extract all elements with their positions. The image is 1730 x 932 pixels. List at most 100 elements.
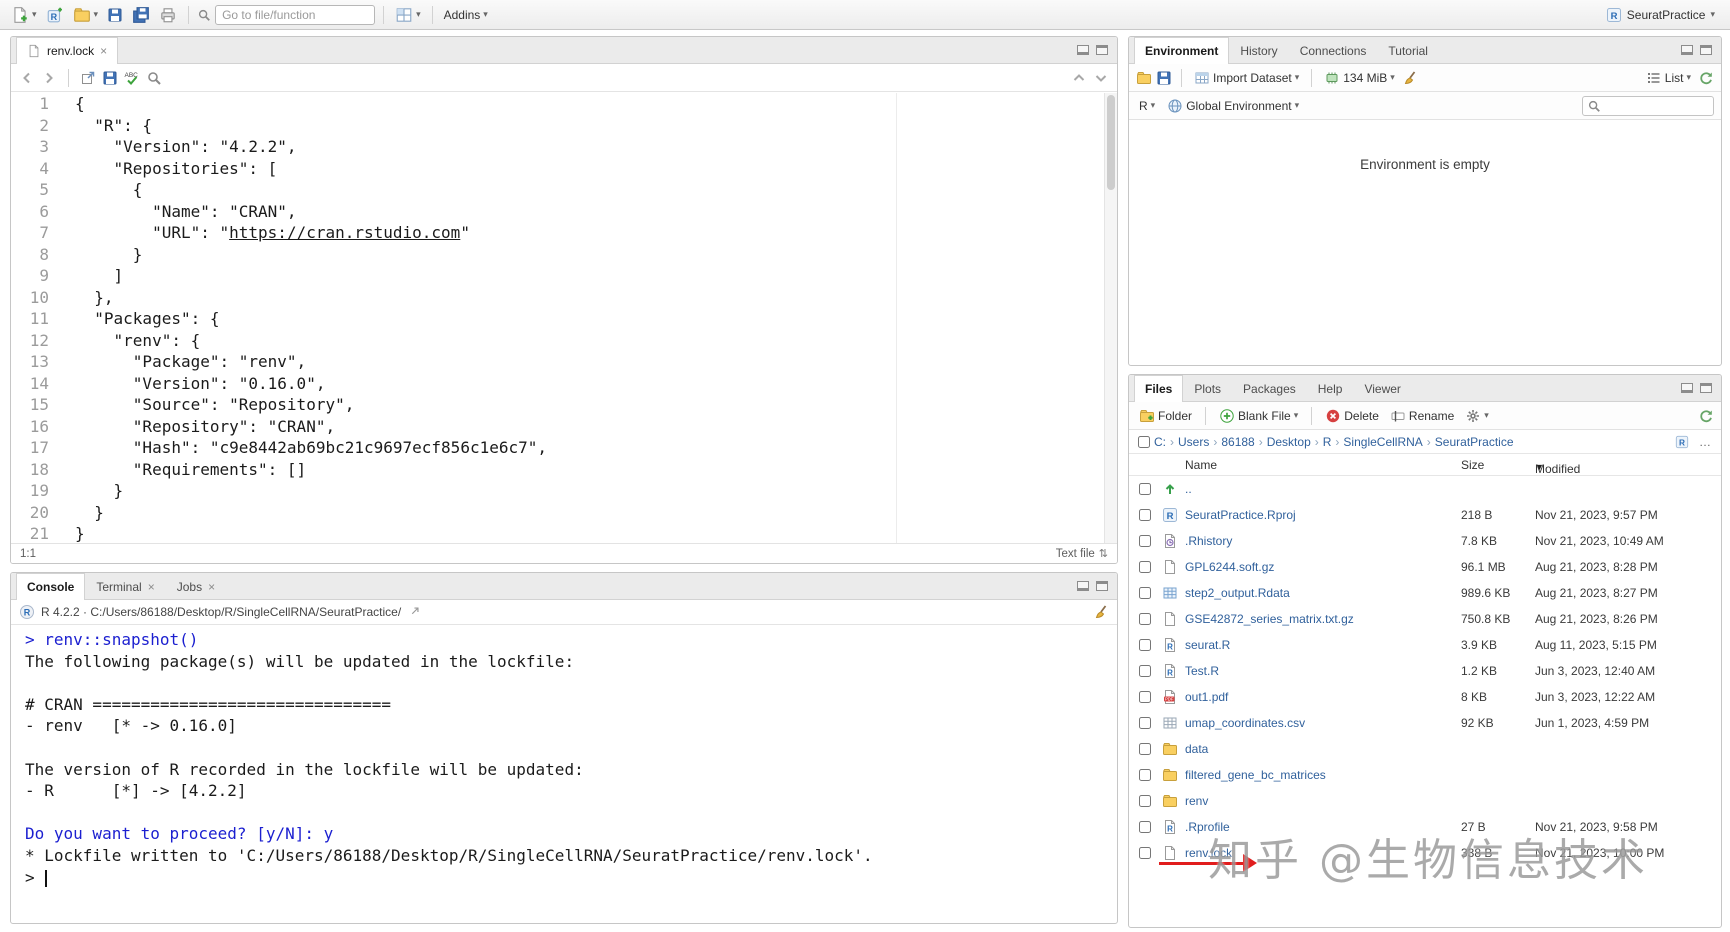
new-project-button[interactable]: R — [43, 4, 67, 26]
jump-down-icon[interactable] — [1093, 70, 1109, 86]
view-mode-button[interactable]: List ▾ — [1643, 68, 1694, 88]
file-checkbox[interactable] — [1139, 483, 1151, 495]
maximize-icon[interactable] — [1096, 581, 1108, 591]
file-name-link[interactable]: umap_coordinates.csv — [1185, 716, 1305, 730]
file-checkbox[interactable] — [1139, 691, 1151, 703]
tab-connections[interactable]: Connections — [1289, 37, 1378, 63]
maximize-icon[interactable] — [1700, 383, 1712, 393]
refresh-icon[interactable] — [1698, 408, 1714, 424]
file-checkbox[interactable] — [1139, 639, 1151, 651]
more-file-commands-button[interactable]: ▾ — [1462, 406, 1492, 426]
rename-button[interactable]: Rename — [1387, 406, 1457, 426]
column-size[interactable]: Size — [1461, 458, 1484, 472]
file-row[interactable]: umap_coordinates.csv 92 KB Jun 1, 2023, 4:… — [1129, 710, 1721, 736]
file-name-link[interactable]: Test.R — [1185, 664, 1219, 678]
file-name-link[interactable]: data — [1185, 742, 1208, 756]
file-name-link[interactable]: step2_output.Rdata — [1185, 586, 1290, 600]
file-row[interactable]: PDF out1.pdf 8 KB Jun 3, 2023, 12:22 AM — [1129, 684, 1721, 710]
minimize-icon[interactable] — [1681, 383, 1693, 393]
file-name-link[interactable]: filtered_gene_bc_matrices — [1185, 768, 1326, 782]
goto-input[interactable] — [215, 4, 376, 25]
load-workspace-icon[interactable] — [1136, 70, 1152, 86]
editor-scrollbar[interactable] — [1104, 93, 1117, 543]
breadcrumb-item[interactable]: R — [1323, 435, 1332, 449]
file-row[interactable]: filtered_gene_bc_matrices — [1129, 762, 1721, 788]
file-type-selector[interactable]: Text file ⇅ — [1056, 547, 1108, 561]
console-output[interactable]: > renv::snapshot() The following package(… — [11, 625, 1117, 888]
clear-console-icon[interactable] — [1093, 604, 1109, 620]
tab-terminal[interactable]: Terminal × — [85, 573, 165, 599]
file-row[interactable]: .. — [1129, 476, 1721, 502]
scrollbar-thumb[interactable] — [1107, 95, 1115, 190]
code-editor[interactable]: 1 2 3 4 5 6 7 8 9 10 11 12 13 14 15 16 17 18 19 20 21 { "R":… — [11, 93, 1117, 543]
back-icon[interactable] — [19, 70, 35, 86]
maximize-icon[interactable] — [1096, 45, 1108, 55]
memory-usage-button[interactable]: 134 MiB ▾ — [1321, 68, 1398, 88]
tab-environment[interactable]: Environment — [1134, 37, 1230, 64]
addins-button[interactable]: Addins ▾ — [441, 6, 491, 24]
save-all-button[interactable] — [129, 4, 153, 26]
file-row[interactable]: R SeuratPractice.Rproj 218 B Nov 21, 2023, … — [1129, 502, 1721, 528]
jump-up-icon[interactable] — [1071, 70, 1087, 86]
file-row[interactable]: GPL6244.soft.gz 96.1 MB Aug 21, 2023, 8:28… — [1129, 554, 1721, 580]
file-checkbox[interactable] — [1139, 613, 1151, 625]
code-text[interactable]: { "R": { "Version": "4.2.2", "Repositori… — [63, 93, 1117, 543]
file-checkbox[interactable] — [1139, 535, 1151, 547]
file-name-link[interactable]: seurat.R — [1185, 638, 1230, 652]
tab-renv-lock[interactable]: renv.lock × — [16, 37, 119, 64]
file-checkbox[interactable] — [1139, 717, 1151, 729]
print-button[interactable] — [156, 4, 180, 26]
tab-packages[interactable]: Packages — [1232, 375, 1307, 401]
file-checkbox[interactable] — [1139, 587, 1151, 599]
file-row[interactable]: R Test.R 1.2 KB Jun 3, 2023, 12:40 AM — [1129, 658, 1721, 684]
file-name-link[interactable]: renv — [1185, 794, 1208, 808]
maximize-icon[interactable] — [1700, 45, 1712, 55]
breadcrumb-item[interactable]: Users — [1178, 435, 1209, 449]
tab-history[interactable]: History — [1229, 37, 1288, 63]
new-file-button[interactable]: ▾ — [8, 4, 40, 26]
file-name-link[interactable]: GPL6244.soft.gz — [1185, 560, 1274, 574]
breadcrumb-item[interactable]: 86188 — [1221, 435, 1254, 449]
breadcrumb-item[interactable]: C: — [1154, 435, 1166, 449]
select-all-checkbox[interactable] — [1138, 435, 1150, 448]
project-badge-icon[interactable]: R — [1675, 435, 1689, 449]
file-checkbox[interactable] — [1139, 769, 1151, 781]
file-row[interactable]: step2_output.Rdata 989.6 KB Aug 21, 2023, … — [1129, 580, 1721, 606]
delete-button[interactable]: Delete — [1322, 406, 1382, 426]
file-row[interactable]: renv — [1129, 788, 1721, 814]
environment-scope-selector[interactable]: Global Environment ▾ — [1164, 96, 1302, 116]
open-new-window-icon[interactable] — [80, 70, 96, 86]
import-dataset-button[interactable]: Import Dataset ▾ — [1191, 68, 1302, 88]
tab-files[interactable]: Files — [1134, 375, 1184, 402]
minimize-icon[interactable] — [1077, 581, 1089, 591]
file-row[interactable]: data — [1129, 736, 1721, 762]
file-checkbox[interactable] — [1139, 795, 1151, 807]
environment-search-input[interactable] — [1604, 98, 1704, 113]
find-replace-icon[interactable] — [146, 70, 162, 86]
tab-tutorial[interactable]: Tutorial — [1377, 37, 1439, 63]
forward-icon[interactable] — [41, 70, 57, 86]
file-checkbox[interactable] — [1139, 509, 1151, 521]
file-checkbox[interactable] — [1139, 821, 1151, 833]
file-name-link[interactable]: .. — [1185, 482, 1192, 496]
more-icon[interactable]: … — [1699, 435, 1712, 449]
file-row[interactable]: GSE42872_series_matrix.txt.gz 750.8 KB Aug… — [1129, 606, 1721, 632]
file-checkbox[interactable] — [1139, 743, 1151, 755]
file-row[interactable]: .Rhistory 7.8 KB Nov 21, 2023, 10:49 AM — [1129, 528, 1721, 554]
save-workspace-icon[interactable] — [1156, 70, 1172, 86]
column-name[interactable]: Name — [1185, 458, 1217, 472]
refresh-icon[interactable] — [1698, 70, 1714, 86]
new-blank-file-button[interactable]: Blank File ▾ — [1216, 406, 1301, 426]
language-selector[interactable]: R ▾ — [1136, 97, 1158, 115]
hyperlink[interactable]: https://cran.rstudio.com — [229, 223, 460, 242]
file-name-link[interactable]: SeuratPractice.Rproj — [1185, 508, 1296, 522]
project-selector[interactable]: R SeuratPractice ▾ — [1603, 5, 1718, 25]
file-name-link[interactable]: GSE42872_series_matrix.txt.gz — [1185, 612, 1354, 626]
tab-jobs[interactable]: Jobs × — [166, 573, 226, 599]
tab-console[interactable]: Console — [16, 573, 86, 600]
tab-viewer[interactable]: Viewer — [1353, 375, 1411, 401]
close-icon[interactable]: × — [148, 580, 155, 594]
file-name-link[interactable]: out1.pdf — [1185, 690, 1228, 704]
spellcheck-icon[interactable]: ABC — [124, 70, 140, 86]
tab-help[interactable]: Help — [1307, 375, 1354, 401]
